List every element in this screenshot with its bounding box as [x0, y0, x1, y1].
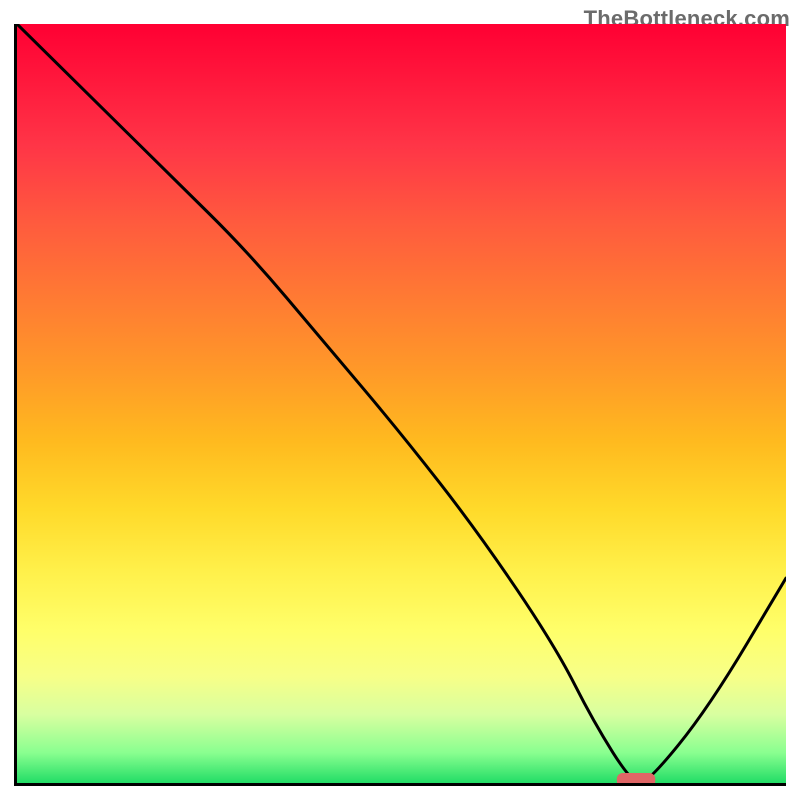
chart-svg	[17, 24, 786, 783]
optimal-marker	[617, 773, 655, 783]
chart-root: { "watermark": "TheBottleneck.com", "cha…	[0, 0, 800, 800]
plot-area	[14, 24, 786, 786]
bottleneck-curve	[17, 24, 786, 783]
